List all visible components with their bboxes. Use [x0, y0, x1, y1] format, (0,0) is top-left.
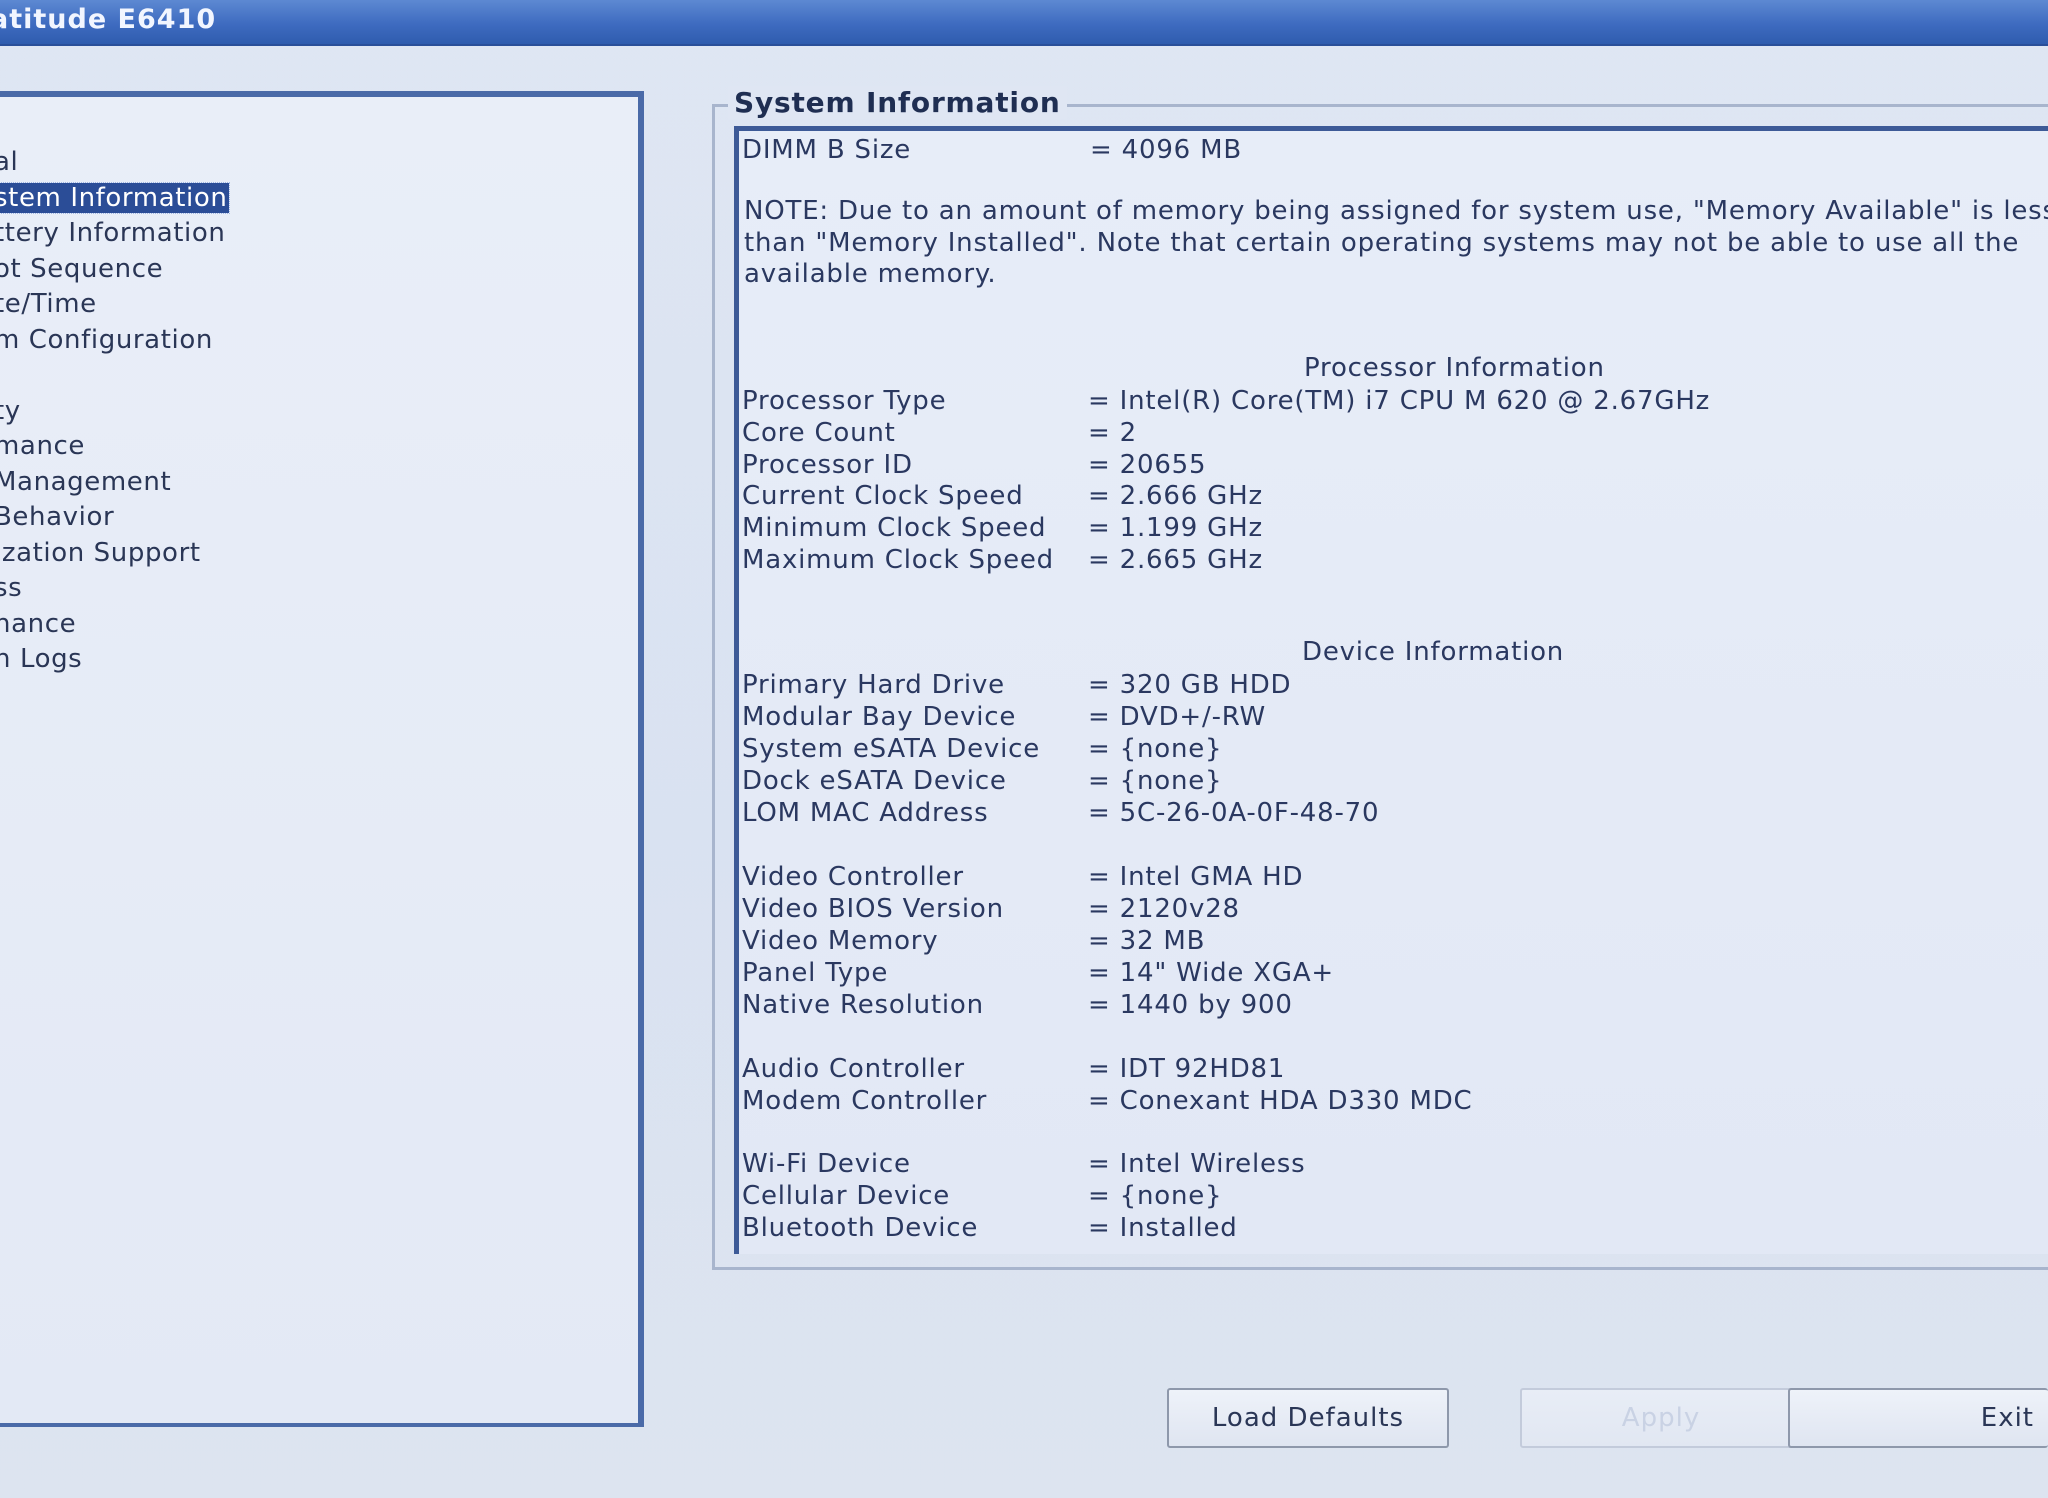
info-value: = 1.199 GHz — [1088, 513, 1263, 543]
info-value: = 2120v28 — [1088, 894, 1240, 924]
nav-item-boot-sequence[interactable]: ot Sequence — [0, 252, 229, 288]
nav-item-security[interactable]: ty — [0, 394, 229, 430]
nav-item-maintenance[interactable]: nance — [0, 607, 229, 643]
info-label: System eSATA Device — [742, 734, 1041, 764]
window-title: atitude E6410 — [0, 4, 217, 35]
load-defaults-button[interactable]: Load Defaults — [1167, 1388, 1449, 1448]
nav-item-label: Behavior — [0, 502, 115, 532]
info-label: Video Memory — [742, 926, 939, 956]
info-label: LOM MAC Address — [742, 798, 989, 828]
info-label: Modem Controller — [742, 1086, 988, 1116]
processor-section-title: Processor Information — [1304, 353, 1605, 383]
info-label: DIMM B Size — [742, 135, 912, 165]
info-value: = Installed — [1088, 1213, 1238, 1243]
info-value: = Intel(R) Core(TM) i7 CPU M 620 @ 2.67G… — [1088, 386, 1711, 416]
info-label: Maximum Clock Speed — [742, 545, 1054, 575]
nav-item-label: nance — [0, 608, 77, 639]
info-value: = Intel GMA HD — [1088, 862, 1304, 892]
info-label: Core Count — [742, 418, 896, 448]
info-value: = 14" Wide XGA+ — [1088, 958, 1335, 988]
info-label: Video Controller — [742, 862, 964, 892]
info-label: Primary Hard Drive — [742, 670, 1005, 700]
info-value: = {none} — [1088, 766, 1223, 796]
nav-item-post-behavior[interactable]: Behavior — [0, 500, 229, 536]
nav-item-date-time[interactable]: te/Time — [0, 287, 229, 323]
info-value: = Conexant HDA D330 MDC — [1088, 1086, 1473, 1116]
info-value: = 1440 by 900 — [1088, 990, 1293, 1020]
nav-item-label: m Configuration — [0, 324, 213, 355]
info-value: = 2.665 GHz — [1088, 545, 1263, 575]
nav-item-label: ty — [0, 395, 21, 426]
settings-nav-list: al stem Information ttery Information ot… — [0, 145, 231, 678]
info-label: Current Clock Speed — [742, 481, 1024, 511]
info-label: Video BIOS Version — [742, 894, 1004, 924]
memory-note: NOTE: Due to an amount of memory being a… — [744, 196, 2048, 289]
info-value: = IDT 92HD81 — [1088, 1054, 1286, 1084]
info-value: = 320 GB HDD — [1088, 670, 1292, 700]
nav-item-wireless[interactable]: ss — [0, 571, 229, 607]
nav-item-label: ization Support — [0, 537, 201, 568]
info-value: = {none} — [1088, 734, 1223, 764]
info-value: = 5C-26-0A-0F-48-70 — [1088, 798, 1380, 828]
nav-item-battery-information[interactable]: ttery Information — [0, 216, 229, 252]
info-label: Wi-Fi Device — [742, 1149, 911, 1179]
nav-item-system-information[interactable]: stem Information — [0, 181, 231, 217]
nav-item-label: ttery Information — [0, 218, 226, 248]
nav-item-label: al — [0, 147, 19, 177]
info-label: Panel Type — [742, 958, 889, 988]
nav-item-label: stem Information — [0, 181, 231, 214]
info-label: Dock eSATA Device — [742, 766, 1007, 796]
window-title-bar: atitude E6410 — [0, 0, 2048, 46]
info-label: Processor ID — [742, 450, 913, 480]
device-section-title: Device Information — [1302, 637, 1565, 667]
info-value: = 20655 — [1088, 450, 1207, 480]
nav-item-performance[interactable]: mance — [0, 429, 229, 465]
nav-item-general[interactable]: al — [0, 145, 229, 181]
info-label: Cellular Device — [742, 1181, 951, 1211]
info-label: Native Resolution — [742, 990, 984, 1020]
info-value: = 32 MB — [1088, 926, 1206, 956]
nav-item-label: ss — [0, 573, 23, 603]
info-value: = 2.666 GHz — [1088, 481, 1263, 511]
apply-button[interactable]: Apply — [1520, 1388, 1802, 1448]
info-value: = DVD+/-RW — [1088, 702, 1267, 732]
nav-item-label: Management — [0, 466, 172, 497]
info-label: Bluetooth Device — [742, 1213, 979, 1243]
info-value: = Intel Wireless — [1088, 1149, 1306, 1179]
nav-item-label: n Logs — [0, 644, 83, 674]
exit-button[interactable]: Exit — [1788, 1388, 2048, 1448]
nav-item-virtualization-support[interactable]: ization Support — [0, 536, 229, 572]
nav-item-system-logs[interactable]: n Logs — [0, 642, 229, 678]
group-title: System Information — [728, 86, 1067, 119]
info-value: = 2 — [1088, 418, 1137, 448]
info-value: = {none} — [1088, 1181, 1223, 1211]
nav-item-video[interactable] — [0, 358, 229, 394]
nav-item-system-configuration[interactable]: m Configuration — [0, 323, 229, 359]
nav-item-label: te/Time — [0, 289, 97, 319]
info-label: Modular Bay Device — [742, 702, 1017, 732]
nav-item-label: ot Sequence — [0, 253, 164, 284]
info-label: Minimum Clock Speed — [742, 513, 1047, 543]
nav-item-power-management[interactable]: Management — [0, 465, 229, 501]
info-label: Audio Controller — [742, 1054, 965, 1084]
info-value: = 4096 MB — [1090, 135, 1242, 165]
info-label: Processor Type — [742, 386, 947, 416]
nav-item-label: mance — [0, 431, 86, 461]
settings-nav-panel: al stem Information ttery Information ot… — [0, 91, 644, 1427]
